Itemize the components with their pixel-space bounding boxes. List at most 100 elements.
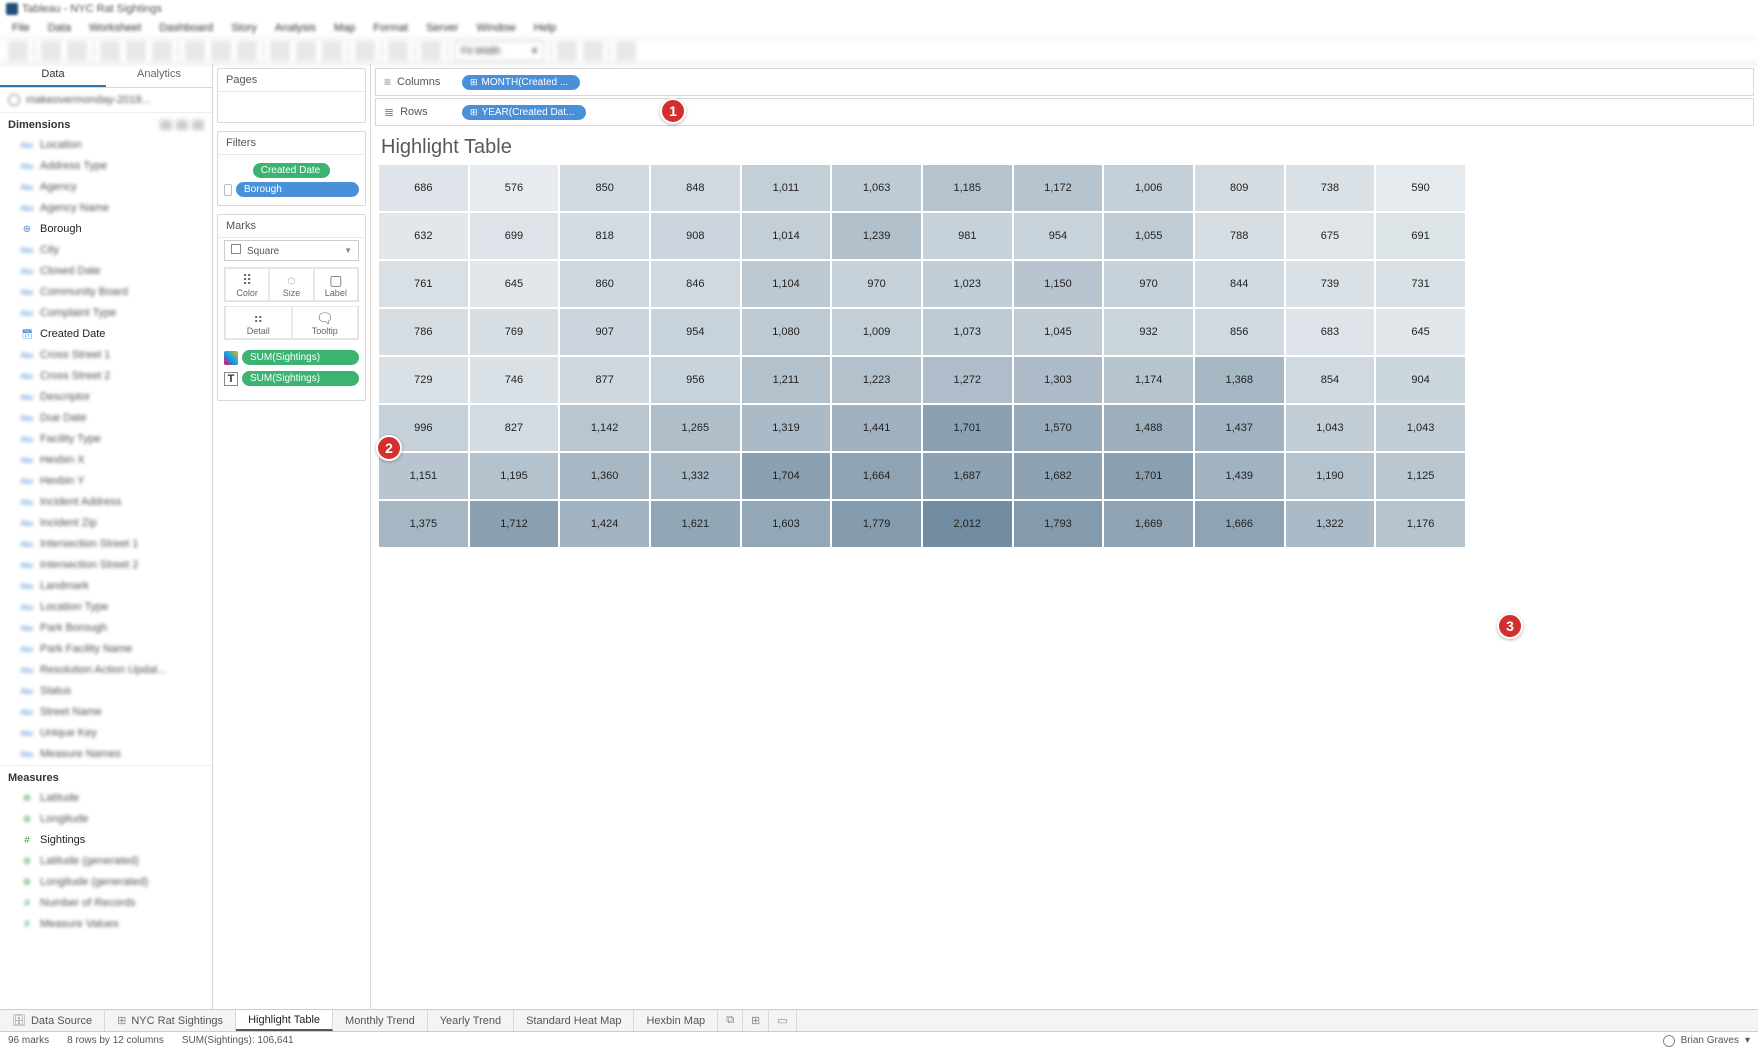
heatmap-cell[interactable]: 1,603 bbox=[742, 501, 833, 549]
heatmap-cell[interactable]: 1,322 bbox=[1286, 501, 1377, 549]
dim-field[interactable]: Cross Street 2 bbox=[0, 366, 212, 387]
mark-pill-color[interactable]: SUM(Sightings) bbox=[224, 348, 359, 367]
worksheet-title[interactable]: Highlight Table bbox=[371, 126, 1758, 165]
meas-field[interactable]: Longitude bbox=[0, 809, 212, 830]
heatmap-cell[interactable]: 1,793 bbox=[1014, 501, 1105, 549]
heatmap-cell[interactable]: 731 bbox=[1376, 261, 1467, 309]
heatmap-cell[interactable]: 860 bbox=[560, 261, 651, 309]
heatmap-cell[interactable]: 675 bbox=[1286, 213, 1377, 261]
dim-field[interactable]: Location Type bbox=[0, 597, 212, 618]
dim-field[interactable]: Street Name bbox=[0, 702, 212, 723]
columns-shelf[interactable]: ≡Columns ⊞MONTH(Created ... bbox=[375, 68, 1754, 96]
dim-field[interactable]: City bbox=[0, 240, 212, 261]
menu-server[interactable]: Server bbox=[422, 20, 462, 36]
meas-field[interactable]: Longitude (generated) bbox=[0, 872, 212, 893]
dim-field[interactable]: Park Facility Name bbox=[0, 639, 212, 660]
new-story-button[interactable]: ▭ bbox=[769, 1010, 796, 1031]
rows-shelf[interactable]: ≣Rows ⊞YEAR(Created Dat... bbox=[375, 98, 1754, 126]
heatmap-cell[interactable]: 683 bbox=[1286, 309, 1377, 357]
dim-field[interactable]: Facility Type bbox=[0, 429, 212, 450]
highlight-table-viz[interactable]: 6865768508481,0111,0631,1851,1721,006809… bbox=[379, 165, 1752, 549]
dim-field[interactable]: Address Type bbox=[0, 156, 212, 177]
heatmap-cell[interactable]: 645 bbox=[1376, 309, 1467, 357]
heatmap-cell[interactable]: 2,012 bbox=[923, 501, 1014, 549]
heatmap-cell[interactable]: 1,045 bbox=[1014, 309, 1105, 357]
heatmap-cell[interactable]: 1,190 bbox=[1286, 453, 1377, 501]
tab-analytics[interactable]: Analytics bbox=[106, 64, 212, 87]
heatmap-cell[interactable]: 1,687 bbox=[923, 453, 1014, 501]
tab-data[interactable]: Data bbox=[0, 64, 106, 87]
heatmap-cell[interactable]: 908 bbox=[651, 213, 742, 261]
dim-field[interactable]: Measure Names bbox=[0, 744, 212, 765]
heatmap-cell[interactable]: 850 bbox=[560, 165, 651, 213]
toolbar-clear[interactable] bbox=[237, 41, 257, 61]
new-worksheet-button[interactable]: ⧉ bbox=[718, 1010, 743, 1031]
datasource-name[interactable]: makeovermonday-2018... bbox=[0, 88, 212, 112]
heatmap-cell[interactable]: 590 bbox=[1376, 165, 1467, 213]
heatmap-cell[interactable]: 1,272 bbox=[923, 357, 1014, 405]
heatmap-cell[interactable]: 1,011 bbox=[742, 165, 833, 213]
heatmap-cell[interactable]: 1,779 bbox=[832, 501, 923, 549]
dim-field[interactable]: Closed Date bbox=[0, 261, 212, 282]
toolbar-sort-desc[interactable] bbox=[322, 41, 342, 61]
heatmap-cell[interactable]: 1,265 bbox=[651, 405, 742, 453]
heatmap-cell[interactable]: 1,185 bbox=[923, 165, 1014, 213]
heatmap-cell[interactable]: 856 bbox=[1195, 309, 1286, 357]
heatmap-cell[interactable]: 769 bbox=[470, 309, 561, 357]
heatmap-cell[interactable]: 1,375 bbox=[379, 501, 470, 549]
menu-story[interactable]: Story bbox=[227, 20, 261, 36]
heatmap-cell[interactable]: 846 bbox=[651, 261, 742, 309]
toolbar-redo[interactable] bbox=[67, 41, 87, 61]
heatmap-cell[interactable]: 954 bbox=[1014, 213, 1105, 261]
menu-format[interactable]: Format bbox=[369, 20, 412, 36]
toolbar-share[interactable] bbox=[616, 41, 636, 61]
tab-highlight-table[interactable]: Highlight Table bbox=[236, 1010, 333, 1031]
heatmap-cell[interactable]: 1,332 bbox=[651, 453, 742, 501]
meas-field[interactable]: Latitude (generated) bbox=[0, 851, 212, 872]
toolbar-label-toggle[interactable] bbox=[421, 41, 441, 61]
heatmap-cell[interactable]: 1,701 bbox=[923, 405, 1014, 453]
pages-shelf[interactable] bbox=[218, 92, 365, 122]
dim-field[interactable]: Park Borough bbox=[0, 618, 212, 639]
tab-monthly-trend[interactable]: Monthly Trend bbox=[333, 1010, 428, 1031]
dim-field[interactable]: Descriptor bbox=[0, 387, 212, 408]
marks-color[interactable]: ⠿Color bbox=[225, 268, 269, 301]
tab-nyc-rat-sightings[interactable]: ⊞NYC Rat Sightings bbox=[105, 1010, 236, 1031]
heatmap-cell[interactable]: 818 bbox=[560, 213, 651, 261]
filter-pill-borough[interactable]: Borough bbox=[236, 182, 359, 197]
heatmap-cell[interactable]: 1,195 bbox=[470, 453, 561, 501]
heatmap-cell[interactable]: 1,043 bbox=[1376, 405, 1467, 453]
heatmap-cell[interactable]: 1,174 bbox=[1104, 357, 1195, 405]
marks-label[interactable]: ▢Label bbox=[314, 268, 358, 301]
menu-help[interactable]: Help bbox=[530, 20, 561, 36]
marks-detail[interactable]: ⠶Detail bbox=[225, 306, 292, 339]
dim-field[interactable]: Status bbox=[0, 681, 212, 702]
heatmap-cell[interactable]: 1,360 bbox=[560, 453, 651, 501]
menu-window[interactable]: Window bbox=[473, 20, 520, 36]
heatmap-cell[interactable]: 788 bbox=[1195, 213, 1286, 261]
heatmap-cell[interactable]: 1,063 bbox=[832, 165, 923, 213]
heatmap-cell[interactable]: 1,009 bbox=[832, 309, 923, 357]
heatmap-cell[interactable]: 970 bbox=[832, 261, 923, 309]
heatmap-cell[interactable]: 1,424 bbox=[560, 501, 651, 549]
toolbar-new-data[interactable] bbox=[126, 41, 146, 61]
heatmap-cell[interactable]: 1,441 bbox=[832, 405, 923, 453]
heatmap-cell[interactable]: 1,701 bbox=[1104, 453, 1195, 501]
heatmap-cell[interactable]: 761 bbox=[379, 261, 470, 309]
menu-analysis[interactable]: Analysis bbox=[271, 20, 320, 36]
columns-pill-month[interactable]: ⊞MONTH(Created ... bbox=[462, 75, 580, 90]
heatmap-cell[interactable]: 1,439 bbox=[1195, 453, 1286, 501]
heatmap-cell[interactable]: 1,104 bbox=[742, 261, 833, 309]
filter-pill-created-date[interactable]: Created Date bbox=[253, 163, 330, 178]
dim-borough[interactable]: Borough bbox=[0, 219, 212, 240]
filters-shelf[interactable]: Created Date Borough bbox=[218, 155, 365, 205]
tab-hexbin-map[interactable]: Hexbin Map bbox=[634, 1010, 718, 1031]
menu-data[interactable]: Data bbox=[44, 20, 75, 36]
meas-field[interactable]: Number of Records bbox=[0, 893, 212, 914]
toolbar-save[interactable] bbox=[100, 41, 120, 61]
heatmap-cell[interactable]: 691 bbox=[1376, 213, 1467, 261]
toolbar-swap[interactable] bbox=[270, 41, 290, 61]
heatmap-cell[interactable]: 739 bbox=[1286, 261, 1377, 309]
dim-field[interactable]: Agency bbox=[0, 177, 212, 198]
dim-field[interactable]: Complaint Type bbox=[0, 303, 212, 324]
